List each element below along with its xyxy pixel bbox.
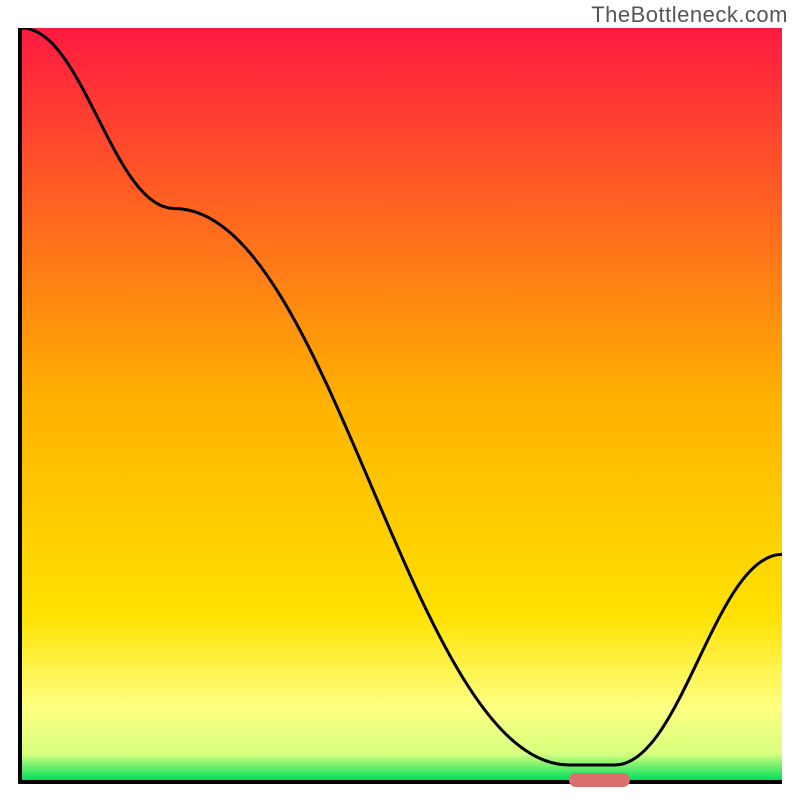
background-gradient xyxy=(22,28,782,780)
optimal-range-marker xyxy=(569,773,630,787)
plot-area xyxy=(18,28,782,784)
watermark-text: TheBottleneck.com xyxy=(591,2,788,28)
chart-container: TheBottleneck.com xyxy=(0,0,800,800)
